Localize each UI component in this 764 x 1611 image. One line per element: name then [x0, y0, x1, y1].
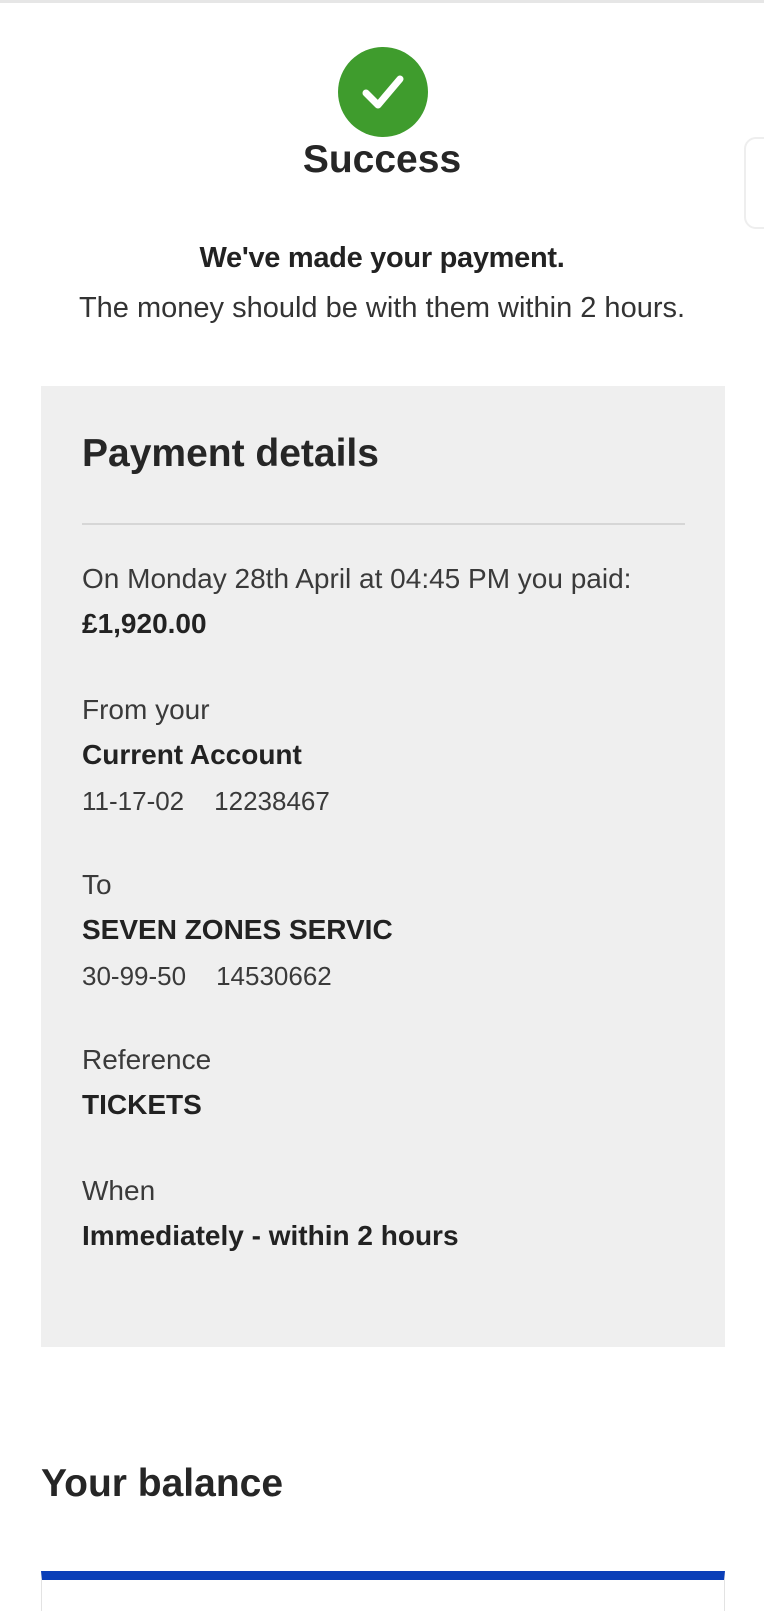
when-value: Immediately - within 2 hours — [82, 1220, 459, 1251]
payee-name: SEVEN ZONES SERVIC — [82, 914, 393, 945]
from-sort-code: 11-17-02 — [82, 786, 185, 816]
payment-details-title: Payment details — [82, 432, 379, 475]
from-account-numbers: 11-17-02 12238467 — [82, 786, 330, 817]
payee-sort-code: 30-99-50 — [82, 961, 187, 991]
payee-account-number: 14530662 — [216, 961, 332, 991]
balance-card[interactable] — [41, 1571, 725, 1611]
check-icon — [338, 47, 428, 137]
from-label: From your — [82, 694, 210, 725]
confirmation-heading: We've made your payment. — [199, 242, 565, 274]
top-divider — [0, 0, 764, 3]
when-label: When — [82, 1175, 156, 1206]
reference-label: Reference — [82, 1044, 212, 1075]
your-balance-title: Your balance — [41, 1462, 284, 1505]
to-label: To — [82, 869, 112, 900]
reference-value: TICKETS — [82, 1089, 202, 1120]
payment-date-text: On Monday 28th April at 04:45 PM you pai… — [82, 563, 632, 594]
details-divider — [82, 523, 685, 525]
confirmation-message: The money should be with them within 2 h… — [78, 292, 686, 324]
payee-account-numbers: 30-99-50 14530662 — [82, 961, 332, 992]
success-title: Success — [302, 138, 462, 181]
payment-details-card: Payment details On Monday 28th April at … — [41, 386, 725, 1347]
payment-amount: £1,920.00 — [82, 608, 207, 639]
from-account-name: Current Account — [82, 739, 302, 770]
from-account-number: 12238467 — [214, 786, 330, 816]
